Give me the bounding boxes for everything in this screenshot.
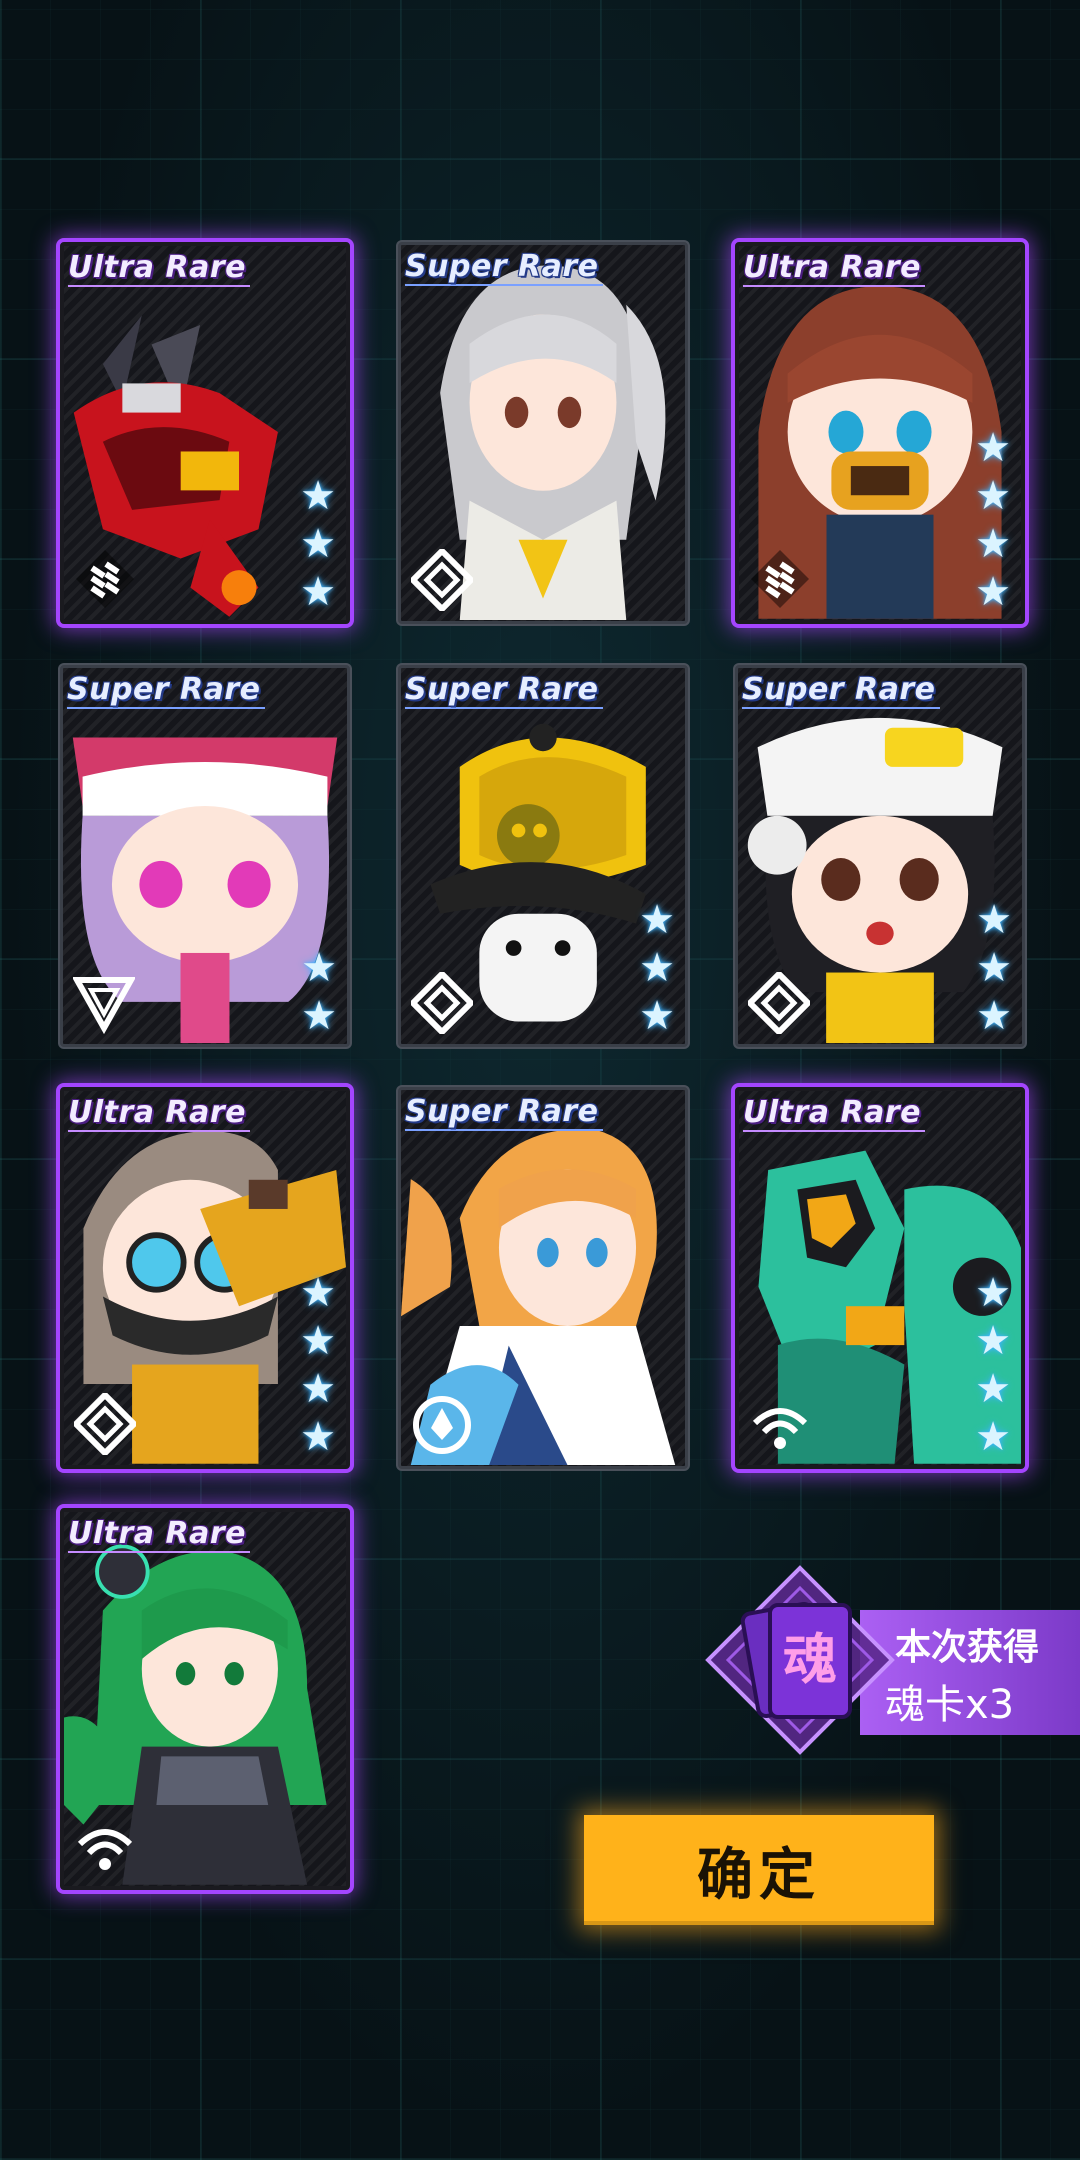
character-card[interactable]: Super Rare ★ ★ ★ <box>398 665 688 1047</box>
soul-card-icon: 魂 <box>700 1560 900 1760</box>
wifi-faction-icon <box>749 1393 811 1455</box>
star-icon: ★ <box>300 1270 336 1316</box>
circle-faction-icon <box>411 1394 473 1456</box>
diamond-faction-icon <box>745 969 813 1037</box>
star-icon: ★ <box>975 1414 1011 1460</box>
wifi-faction-icon <box>74 1814 136 1876</box>
character-card[interactable]: Ultra Rare ★ ★ ★ ★ <box>60 1087 350 1469</box>
star-icon: ★ <box>300 1318 336 1364</box>
bars-faction-icon <box>749 548 811 610</box>
star-icon: ★ <box>975 521 1011 567</box>
rarity-label: Ultra Rare <box>743 250 925 287</box>
character-card[interactable]: Super Rare ★ ★ <box>60 665 350 1047</box>
confirm-button[interactable]: 确定 <box>584 1815 934 1925</box>
rarity-label: Super Rare <box>405 1094 603 1131</box>
star-icon: ★ <box>639 897 675 943</box>
star-icon: ★ <box>639 945 675 991</box>
character-card[interactable]: Ultra Rare ★ ★ ★ <box>60 242 350 624</box>
star-rating: ★ ★ ★ ★ <box>971 1271 1015 1459</box>
star-icon: ★ <box>976 993 1012 1039</box>
reward-title: 本次获得 <box>895 1627 1040 1668</box>
star-rating: ★ ★ ★ ★ <box>971 426 1015 614</box>
star-rating: ★ ★ ★ ★ <box>296 1271 340 1459</box>
rarity-label: Ultra Rare <box>68 1516 250 1553</box>
star-icon: ★ <box>300 569 336 615</box>
star-rating: ★ ★ <box>297 946 341 1038</box>
star-icon: ★ <box>301 945 337 991</box>
bars-faction-icon <box>74 548 136 610</box>
star-icon: ★ <box>300 1366 336 1412</box>
rarity-label: Super Rare <box>405 672 603 709</box>
rarity-label: Super Rare <box>742 672 940 709</box>
soul-char-text: 魂 <box>783 1628 837 1691</box>
rarity-label: Ultra Rare <box>68 1095 250 1132</box>
rarity-label: Ultra Rare <box>68 250 250 287</box>
diamond-faction-icon <box>408 969 476 1037</box>
reward-panel: 魂 本次获得 魂卡x3 <box>690 1560 1080 1770</box>
star-icon: ★ <box>975 1318 1011 1364</box>
character-card[interactable]: Super Rare <box>398 242 688 624</box>
star-icon: ★ <box>301 993 337 1039</box>
rarity-label: Ultra Rare <box>743 1095 925 1132</box>
star-icon: ★ <box>975 473 1011 519</box>
star-rating: ★ ★ ★ <box>972 898 1016 1038</box>
star-icon: ★ <box>300 1414 336 1460</box>
star-icon: ★ <box>975 1366 1011 1412</box>
star-icon: ★ <box>975 425 1011 471</box>
star-icon: ★ <box>975 1270 1011 1316</box>
character-card[interactable]: Ultra Rare ★ ★ ★ ★ <box>735 242 1025 624</box>
character-card[interactable]: Ultra Rare <box>60 1508 350 1890</box>
rarity-label: Super Rare <box>405 249 603 286</box>
star-icon: ★ <box>976 945 1012 991</box>
triangle-faction-icon <box>71 972 137 1035</box>
diamond-faction-icon <box>408 546 476 614</box>
star-icon: ★ <box>976 897 1012 943</box>
star-icon: ★ <box>300 473 336 519</box>
diamond-faction-icon <box>71 1390 139 1458</box>
character-card[interactable]: Ultra Rare ★ ★ ★ ★ <box>735 1087 1025 1469</box>
character-card[interactable]: Super Rare <box>398 1087 688 1469</box>
star-icon: ★ <box>300 521 336 567</box>
reward-count: 魂卡x3 <box>885 1682 1015 1728</box>
star-icon: ★ <box>639 993 675 1039</box>
rarity-label: Super Rare <box>67 672 265 709</box>
star-rating: ★ ★ ★ <box>296 474 340 614</box>
character-card[interactable]: Super Rare ★ ★ ★ <box>735 665 1025 1047</box>
star-rating: ★ ★ ★ <box>635 898 679 1038</box>
star-icon: ★ <box>975 569 1011 615</box>
